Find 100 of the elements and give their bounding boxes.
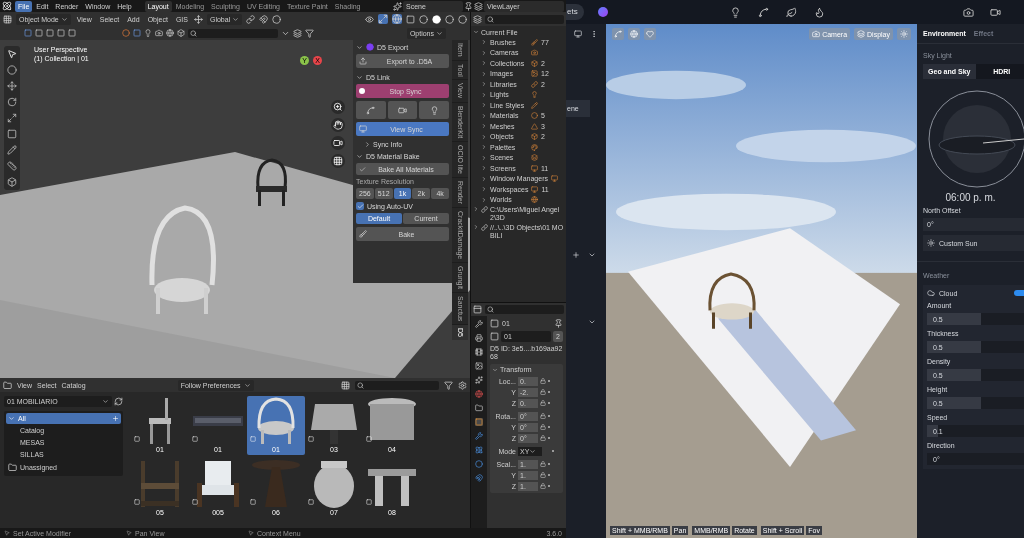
editor-type-icon[interactable] bbox=[473, 14, 482, 24]
sync-tool-button[interactable] bbox=[419, 101, 449, 119]
cursor-icon[interactable] bbox=[7, 49, 17, 59]
video-icon[interactable] bbox=[990, 6, 1001, 18]
assets-button[interactable]: ets bbox=[566, 4, 584, 20]
proportional-edit-icon[interactable] bbox=[272, 14, 282, 24]
wrench-icon[interactable] bbox=[475, 432, 483, 440]
triangle-icon bbox=[531, 122, 538, 130]
solid-shading-icon[interactable] bbox=[432, 14, 441, 24]
circle-icon[interactable] bbox=[475, 460, 483, 468]
search-field[interactable] bbox=[355, 380, 439, 390]
film-icon[interactable] bbox=[475, 348, 483, 356]
caret-icon[interactable] bbox=[588, 318, 596, 326]
circle-icon[interactable] bbox=[7, 65, 17, 75]
cube-icon[interactable] bbox=[7, 177, 17, 187]
asset-type-icon bbox=[308, 499, 314, 505]
filter-icon[interactable] bbox=[444, 380, 453, 390]
refresh-icon[interactable] bbox=[114, 397, 123, 406]
rendered-shading-icon[interactable] bbox=[458, 14, 467, 24]
search-field[interactable] bbox=[485, 14, 564, 24]
d5-logo-icon bbox=[366, 43, 374, 51]
globe-icon[interactable] bbox=[475, 390, 483, 398]
monitor-icon[interactable] bbox=[574, 30, 582, 38]
editor-type-icon[interactable] bbox=[3, 14, 12, 24]
path-icon bbox=[366, 105, 376, 115]
rotate-icon[interactable] bbox=[7, 97, 17, 107]
pencil-icon[interactable] bbox=[7, 145, 17, 155]
xray-icon[interactable] bbox=[406, 14, 415, 24]
pencil-icon bbox=[531, 101, 538, 109]
image-icon bbox=[531, 70, 538, 78]
move-icon[interactable] bbox=[7, 81, 17, 91]
material-shading-icon[interactable] bbox=[445, 14, 454, 24]
wireframe-shading-icon[interactable] bbox=[419, 14, 428, 24]
caret-icon bbox=[232, 15, 240, 23]
filter-world-icon[interactable] bbox=[166, 29, 174, 37]
flame-icon[interactable] bbox=[814, 6, 826, 18]
search-field[interactable] bbox=[188, 28, 278, 38]
filter-light-icon[interactable] bbox=[144, 29, 152, 37]
lock-icon[interactable] bbox=[540, 472, 546, 478]
filter-other-icon[interactable] bbox=[177, 29, 185, 37]
wrench-icon[interactable] bbox=[475, 320, 483, 328]
scale-icon[interactable] bbox=[7, 113, 17, 123]
collapse-icon[interactable] bbox=[492, 366, 498, 373]
sync-tool-button[interactable] bbox=[356, 101, 386, 119]
magnet-icon[interactable] bbox=[475, 474, 483, 482]
library-icon bbox=[481, 224, 488, 231]
more-icon[interactable] bbox=[590, 30, 598, 38]
caret-icon bbox=[102, 398, 109, 405]
filter-icon[interactable] bbox=[305, 28, 314, 38]
library-icon bbox=[481, 206, 488, 213]
square-icon[interactable] bbox=[7, 129, 17, 139]
link-icon bbox=[531, 80, 538, 88]
asset-type-icon bbox=[366, 499, 372, 505]
lock-icon[interactable] bbox=[540, 424, 546, 430]
camera-icon bbox=[531, 49, 538, 57]
viewport-tool-button[interactable] bbox=[628, 28, 640, 40]
caret-icon[interactable] bbox=[588, 251, 596, 259]
toggle-switch[interactable] bbox=[1014, 290, 1024, 296]
snap-icon[interactable] bbox=[259, 14, 269, 24]
collapse-icon[interactable] bbox=[356, 43, 363, 51]
collapse-icon[interactable] bbox=[356, 153, 363, 160]
search-field[interactable] bbox=[485, 305, 564, 314]
pin-icon[interactable] bbox=[464, 1, 473, 11]
lock-icon[interactable] bbox=[540, 461, 546, 467]
filter-camera-icon[interactable] bbox=[155, 29, 163, 37]
editor-type-icon[interactable] bbox=[3, 380, 12, 390]
add-icon bbox=[112, 415, 119, 422]
editor-type-icon[interactable] bbox=[473, 305, 482, 314]
display-mode-icon[interactable] bbox=[341, 380, 350, 390]
camera-icon[interactable] bbox=[963, 6, 974, 18]
catalog-icon bbox=[8, 463, 17, 472]
path-icon[interactable] bbox=[758, 6, 770, 18]
overlay-icon[interactable] bbox=[392, 14, 402, 24]
folder-icon[interactable] bbox=[475, 404, 483, 412]
image-icon[interactable] bbox=[475, 362, 483, 370]
sun-icon bbox=[900, 30, 908, 38]
printer-icon[interactable] bbox=[475, 334, 483, 342]
sparkles-icon[interactable] bbox=[475, 376, 483, 384]
lock-icon[interactable] bbox=[540, 435, 546, 441]
add-icon[interactable] bbox=[572, 251, 580, 259]
atom-icon[interactable] bbox=[475, 446, 483, 454]
lock-icon[interactable] bbox=[540, 389, 546, 395]
checkbox[interactable] bbox=[356, 202, 364, 210]
lock-icon[interactable] bbox=[540, 413, 546, 419]
collapse-icon[interactable] bbox=[356, 74, 363, 81]
visibility-icon[interactable] bbox=[365, 14, 374, 24]
lock-icon[interactable] bbox=[540, 483, 546, 489]
square-icon[interactable] bbox=[475, 418, 483, 426]
lightbulb-icon[interactable] bbox=[730, 6, 742, 18]
lock-icon[interactable] bbox=[540, 378, 546, 384]
lock-icon[interactable] bbox=[540, 400, 546, 406]
settings-icon[interactable] bbox=[458, 380, 467, 390]
lightbulb-icon bbox=[429, 105, 439, 115]
leaf-icon[interactable] bbox=[786, 6, 798, 18]
ruler-icon[interactable] bbox=[7, 161, 17, 171]
filter-mesh-icon[interactable] bbox=[133, 29, 141, 37]
time-label: 06:00 p. m. bbox=[944, 193, 997, 203]
sync-tool-button[interactable] bbox=[387, 101, 418, 119]
object-browse-icon[interactable] bbox=[490, 332, 499, 341]
pin-icon[interactable] bbox=[554, 319, 563, 328]
